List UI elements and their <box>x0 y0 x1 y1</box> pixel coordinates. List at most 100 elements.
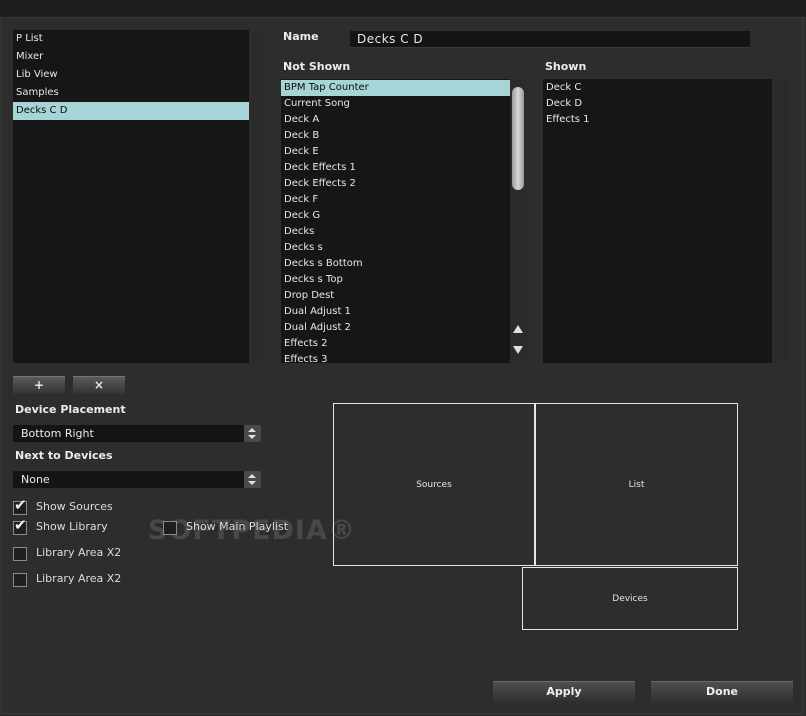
name-field-value: Decks C D <box>357 32 424 46</box>
shown-item[interactable]: Deck C <box>543 80 772 96</box>
preview-sources-label: Sources <box>416 479 452 490</box>
layout-list-item-p-list[interactable]: P List <box>13 31 249 47</box>
not-shown-scrollbar-thumb[interactable] <box>512 87 524 190</box>
preview-list-area: List <box>535 403 738 566</box>
shown-scrollbar[interactable] <box>773 79 789 363</box>
not-shown-item[interactable]: Decks s Bottom <box>281 256 510 272</box>
show-sources-label: Show Sources <box>36 500 113 513</box>
close-icon: × <box>93 378 105 392</box>
not-shown-item-label: Effects 2 <box>284 338 328 349</box>
layout-list-item-label: Decks C D <box>16 105 68 116</box>
not-shown-item[interactable]: Deck B <box>281 128 510 144</box>
layout-list-item-samples[interactable]: Samples <box>13 85 249 101</box>
show-library-label: Show Library <box>36 520 108 533</box>
show-sources-checkbox[interactable]: ✔ <box>13 496 27 515</box>
scroll-down-arrow-icon[interactable] <box>513 346 523 354</box>
apply-button[interactable]: Apply <box>493 681 635 703</box>
not-shown-item[interactable]: Decks s Top <box>281 272 510 288</box>
not-shown-item-label: Deck Effects 1 <box>284 162 356 173</box>
not-shown-item[interactable]: Deck G <box>281 208 510 224</box>
not-shown-item-label: Decks s <box>284 242 323 253</box>
not-shown-item[interactable]: Deck Effects 1 <box>281 160 510 176</box>
shown-item-label: Deck C <box>546 82 582 93</box>
layout-list[interactable]: P List Mixer Lib View Samples Decks C D <box>13 30 249 363</box>
not-shown-item[interactable]: Deck A <box>281 112 510 128</box>
layout-list-item-decks-c-d[interactable]: Decks C D <box>13 102 249 120</box>
library-area-x2-w-checkbox[interactable] <box>13 547 27 561</box>
not-shown-item-label: Deck A <box>284 114 320 125</box>
done-button[interactable]: Done <box>651 681 793 703</box>
preview-list-label: List <box>628 479 645 490</box>
add-layout-button[interactable]: + <box>13 376 65 394</box>
not-shown-item[interactable]: Dual Adjust 2 <box>281 320 510 336</box>
not-shown-item[interactable]: Decks <box>281 224 510 240</box>
not-shown-item-label: Deck G <box>284 210 321 221</box>
not-shown-item-label: Drop Dest <box>284 290 335 301</box>
device-placement-select[interactable]: Bottom Right <box>13 425 261 442</box>
title-bar <box>0 0 806 18</box>
layout-list-item-label: Lib View <box>16 69 58 80</box>
checkmark-icon: ✔ <box>14 516 27 534</box>
not-shown-item[interactable]: Deck E <box>281 144 510 160</box>
name-label: Name <box>283 30 319 43</box>
not-shown-item-label: Deck B <box>284 130 320 141</box>
not-shown-item[interactable]: Dual Adjust 1 <box>281 304 510 320</box>
not-shown-item-label: Decks <box>284 226 315 237</box>
not-shown-item-label: Dual Adjust 2 <box>284 322 351 333</box>
shown-label: Shown <box>545 60 587 73</box>
not-shown-item[interactable]: Current Song <box>281 96 510 112</box>
name-field[interactable]: Decks C D <box>350 31 750 48</box>
library-area-x2-h-checkbox[interactable] <box>13 573 27 587</box>
plus-icon: + <box>33 378 45 392</box>
not-shown-item-label: Current Song <box>284 98 350 109</box>
layout-list-item-lib-view[interactable]: Lib View <box>13 67 249 83</box>
layout-list-item-label: Samples <box>16 87 59 98</box>
not-shown-item-label: Effects 3 <box>284 354 328 363</box>
show-main-playlist-checkbox[interactable] <box>163 521 177 535</box>
spinner-arrows-icon[interactable] <box>244 471 261 488</box>
preview-devices-label: Devices <box>612 593 648 604</box>
show-main-playlist-label: Show Main Playlist <box>186 520 289 533</box>
done-button-label: Done <box>706 685 738 698</box>
preview-devices-area: Devices <box>522 567 738 630</box>
not-shown-item-label: Deck Effects 2 <box>284 178 356 189</box>
library-area-x2-w-label: Library Area X2 W <box>36 546 125 559</box>
device-placement-label: Device Placement <box>15 403 126 416</box>
layout-list-item-label: Mixer <box>16 51 44 62</box>
checkmark-icon: ✔ <box>14 496 27 514</box>
preview-sources-area: Sources <box>333 403 535 566</box>
not-shown-item[interactable]: Deck Effects 2 <box>281 176 510 192</box>
layout-list-scrollbar[interactable] <box>251 30 265 363</box>
not-shown-item[interactable]: Decks s <box>281 240 510 256</box>
next-to-devices-select[interactable]: None <box>13 471 261 488</box>
library-area-x2-w-label-clip: Library Area X2 W <box>36 546 125 562</box>
not-shown-scrollbar[interactable] <box>510 79 526 363</box>
remove-layout-button[interactable]: × <box>73 376 125 394</box>
not-shown-label: Not Shown <box>283 60 351 73</box>
not-shown-item-label: BPM Tap Counter <box>284 82 369 93</box>
not-shown-item[interactable]: BPM Tap Counter <box>281 80 510 96</box>
library-area-x2-h-label-clip: Library Area X2 H <box>36 572 122 588</box>
next-to-devices-label: Next to Devices <box>15 449 113 462</box>
shown-item-label: Effects 1 <box>546 114 590 125</box>
shown-list[interactable]: Deck C Deck D Effects 1 <box>543 79 772 363</box>
apply-button-label: Apply <box>546 685 582 698</box>
shown-item[interactable]: Deck D <box>543 96 772 112</box>
not-shown-item[interactable]: Deck F <box>281 192 510 208</box>
scroll-up-arrow-icon[interactable] <box>513 325 523 333</box>
spinner-arrows-icon[interactable] <box>244 425 261 442</box>
layout-list-item-label: P List <box>16 33 43 44</box>
not-shown-item[interactable]: Drop Dest <box>281 288 510 304</box>
shown-item[interactable]: Effects 1 <box>543 112 772 128</box>
next-to-devices-value: None <box>21 473 50 486</box>
shown-item-label: Deck D <box>546 98 583 109</box>
layout-list-item-mixer[interactable]: Mixer <box>13 49 249 65</box>
show-library-checkbox[interactable]: ✔ <box>13 516 27 535</box>
not-shown-item[interactable]: Effects 3 <box>281 352 510 363</box>
not-shown-item-label: Deck E <box>284 146 319 157</box>
not-shown-list[interactable]: BPM Tap Counter Current Song Deck A Deck… <box>281 79 510 363</box>
not-shown-item-label: Decks s Top <box>284 274 343 285</box>
not-shown-item[interactable]: Effects 2 <box>281 336 510 352</box>
not-shown-item-label: Dual Adjust 1 <box>284 306 351 317</box>
not-shown-item-label: Decks s Bottom <box>284 258 363 269</box>
